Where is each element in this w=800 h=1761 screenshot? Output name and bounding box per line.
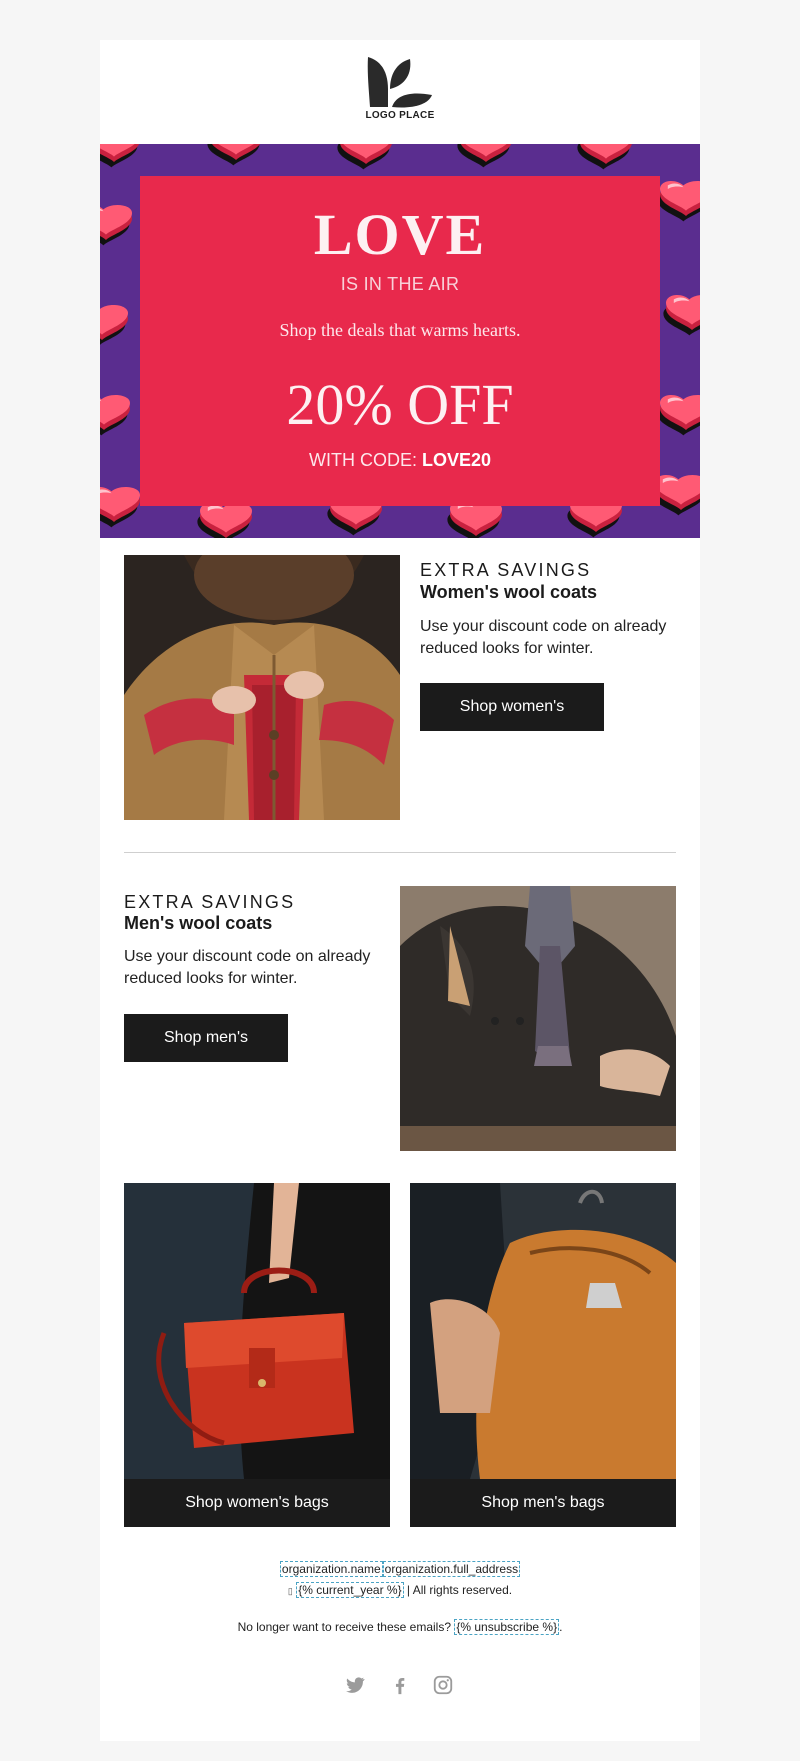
mens-bag-photo[interactable] (410, 1183, 676, 1479)
org-name-tag: organization.name (279, 1561, 383, 1577)
hero-title: LOVE (313, 202, 487, 267)
womens-headline: Women's wool coats (420, 582, 597, 602)
mens-coat-photo[interactable] (400, 886, 676, 1151)
logo-mark-icon (367, 57, 432, 108)
twitter-icon[interactable] (344, 1674, 366, 1696)
hero-offer: 20% OFF (286, 372, 514, 437)
hero-code: LOVE20 (421, 450, 492, 470)
unsubscribe-prompt: No longer want to receive these emails? (237, 1620, 455, 1634)
womens-coat-image (124, 555, 400, 820)
instagram-icon[interactable] (432, 1674, 454, 1696)
org-address-tag: organization.full_address (382, 1561, 521, 1577)
social-links (344, 1674, 456, 1698)
womens-body: Use your discount code on already reduce… (420, 618, 667, 657)
logo-text: LOGO PLACE (365, 110, 435, 121)
hero-banner[interactable]: LOVE IS IN THE AIR Shop the deals that w… (100, 144, 700, 538)
email-container: LOGO PLACE LOVE IS IN THE AIR Shop the d… (100, 40, 700, 1741)
shop-womens-button[interactable]: Shop women's (420, 683, 604, 731)
shop-mens-bags-button[interactable]: Shop men's bags (410, 1479, 676, 1527)
shop-mens-button[interactable]: Shop men's (124, 1014, 288, 1062)
mens-bag-image (410, 1183, 676, 1479)
current-year-tag: {% current_year %} (296, 1582, 404, 1598)
footer-organization: organization.name organization.full_addre… (100, 1561, 700, 1577)
footer-unsubscribe: No longer want to receive these emails? … (100, 1619, 700, 1635)
copyright-icon: ▯ (287, 1586, 293, 1596)
hero-code-line: WITH CODE: LOVE20 (140, 450, 660, 471)
shop-womens-bags-button[interactable]: Shop women's bags (124, 1479, 390, 1527)
footer-copyright: ▯ {% current_year %} | All rights reserv… (100, 1582, 700, 1598)
mens-body: Use your discount code on already reduce… (124, 948, 371, 987)
mens-eyebrow: EXTRA SAVINGS (124, 892, 296, 912)
womens-bag-image (124, 1183, 390, 1479)
unsubscribe-link[interactable]: {% unsubscribe %} (454, 1619, 560, 1635)
womens-coat-photo[interactable] (124, 555, 400, 820)
mens-coat-image (400, 886, 676, 1151)
hero-tagline: Shop the deals that warms hearts. (279, 320, 521, 340)
section-divider (124, 852, 676, 853)
hero-card: LOVE IS IN THE AIR Shop the deals that w… (140, 176, 660, 506)
unsubscribe-period: . (559, 1620, 563, 1634)
womens-bag-photo[interactable] (124, 1183, 390, 1479)
facebook-icon[interactable] (389, 1674, 411, 1696)
logo[interactable]: LOGO PLACE (100, 40, 700, 144)
hero-code-prefix: WITH CODE: (308, 450, 422, 470)
hero-subtitle: IS IN THE AIR (340, 274, 460, 294)
womens-eyebrow: EXTRA SAVINGS (420, 560, 592, 580)
rights-text: | All rights reserved. (403, 1583, 513, 1597)
mens-headline: Men's wool coats (124, 913, 273, 933)
